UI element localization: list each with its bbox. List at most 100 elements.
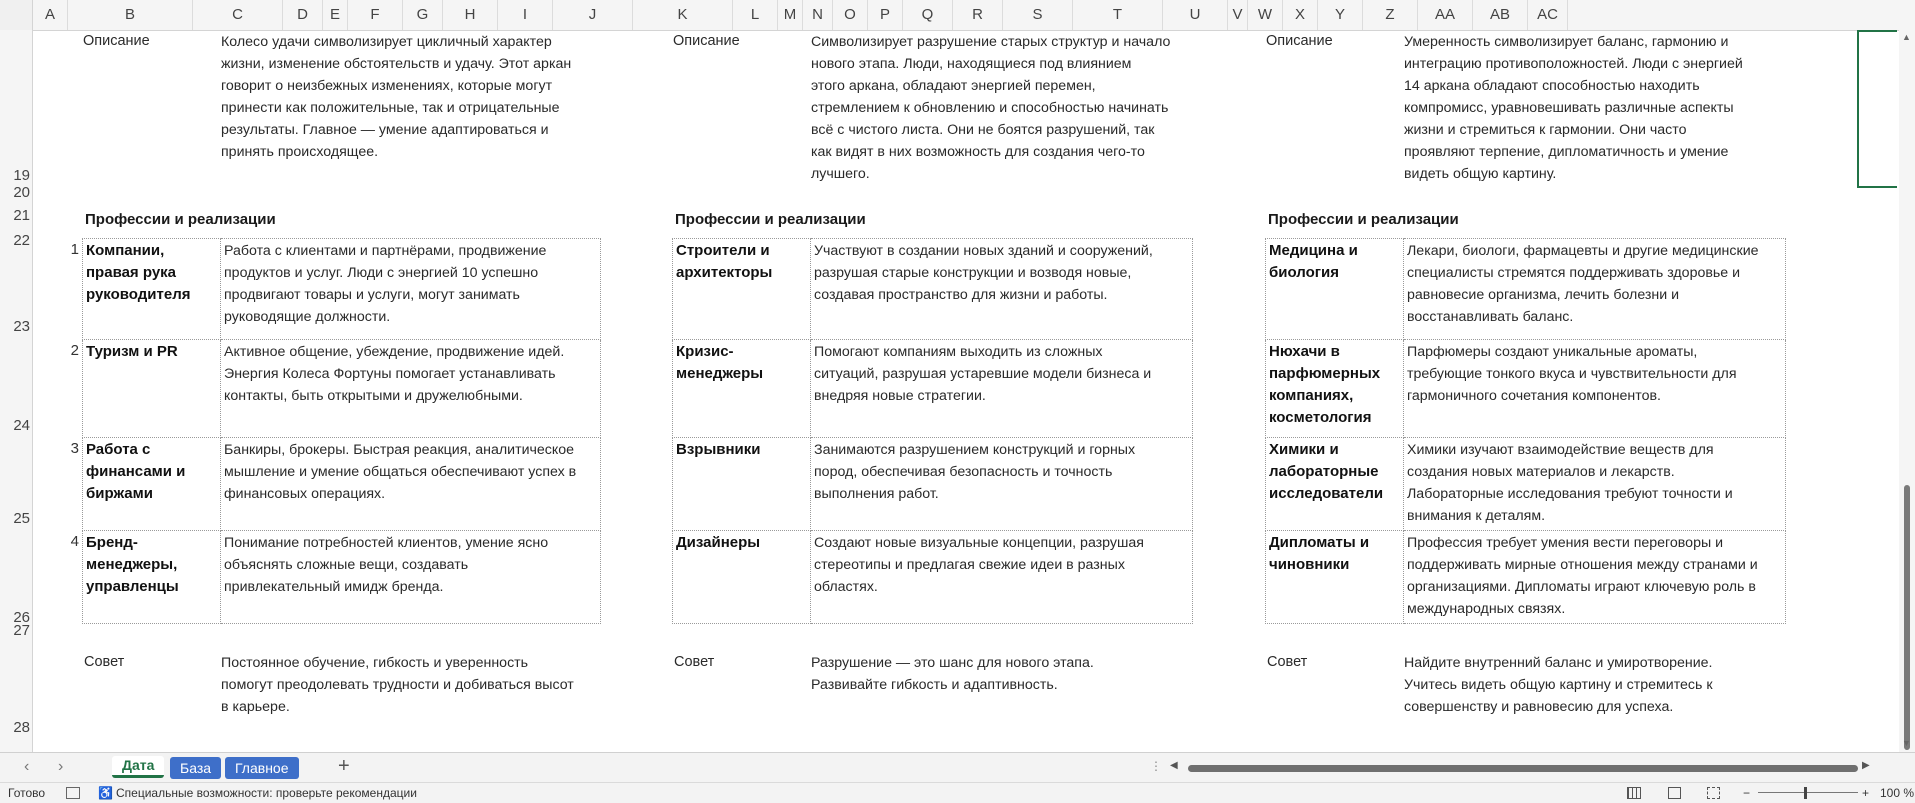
column-header-k[interactable]: K [633, 0, 733, 30]
column-header-a[interactable]: A [33, 0, 68, 30]
column-header-s[interactable]: S [1003, 0, 1073, 30]
column-header-j[interactable]: J [553, 0, 633, 30]
horizontal-scroll-thumb[interactable] [1188, 765, 1858, 772]
profession-name-cell[interactable]: Компании, правая рука руководителя [82, 238, 221, 340]
select-all-corner[interactable] [0, 0, 33, 30]
profession-name-cell[interactable]: Взрывники [672, 437, 811, 531]
column-header-z[interactable]: Z [1363, 0, 1418, 30]
scroll-down-icon[interactable]: ▼ [1902, 738, 1911, 748]
zoom-slider-thumb[interactable] [1804, 787, 1807, 799]
column-header-r[interactable]: R [953, 0, 1003, 30]
column-header-q[interactable]: Q [903, 0, 953, 30]
profession-description-cell[interactable]: Лекари, биологи, фармацевты и другие мед… [1403, 238, 1786, 340]
column-header-m[interactable]: M [778, 0, 803, 30]
advice-line: Разрушение — это шанс для нового этапа. [811, 655, 1094, 671]
column-header-y[interactable]: Y [1318, 0, 1363, 30]
zoom-level[interactable]: 100 % [1880, 786, 1914, 800]
profession-name-cell[interactable]: Кризис-менеджеры [672, 339, 811, 438]
column-header-i[interactable]: I [498, 0, 553, 30]
column-header-h[interactable]: H [443, 0, 498, 30]
column-header-l[interactable]: L [733, 0, 778, 30]
profession-description: Энергия Колеса Фортуны помогает устанавл… [224, 366, 556, 382]
row-header-bar: 19 20 21 22 23 24 25 26 27 28 [0, 30, 33, 752]
profession-description-cell[interactable]: Химики изучают взаимодействие веществ дл… [1403, 437, 1786, 531]
sheet-grid[interactable]: Описание Колесо удачи символизирует цикли… [33, 30, 1899, 752]
column-header-t[interactable]: T [1073, 0, 1163, 30]
profession-description: создания новых материалов и лекарств. [1407, 464, 1675, 480]
profession-name-cell[interactable]: Бренд-менеджеры, управленцы [82, 530, 221, 624]
column-header-ac[interactable]: AC [1528, 0, 1568, 30]
macro-icon[interactable] [66, 787, 80, 799]
profession-description-cell[interactable]: Занимаются разрушением конструкций и гор… [810, 437, 1193, 531]
row-header-27[interactable]: 27 [0, 622, 30, 639]
profession-name-cell[interactable]: Медицина и биология [1265, 238, 1404, 340]
profession-description-cell[interactable]: Профессия требует умения вести переговор… [1403, 530, 1786, 624]
row-header-20[interactable]: 20 [0, 184, 30, 201]
vertical-scroll-thumb[interactable] [1904, 485, 1910, 750]
column-header-f[interactable]: F [348, 0, 403, 30]
profession-name-cell[interactable]: Дипломаты и чиновники [1265, 530, 1404, 624]
column-header-x[interactable]: X [1283, 0, 1318, 30]
profession-description-cell[interactable]: Создают новые визуальные концепции, разр… [810, 530, 1193, 624]
selected-cell[interactable] [1857, 30, 1897, 188]
vertical-scrollbar[interactable]: ▲ ▼ [1899, 30, 1915, 752]
zoom-out-icon[interactable]: − [1743, 786, 1750, 800]
add-sheet-button[interactable]: + [338, 755, 350, 778]
column-header-v[interactable]: V [1228, 0, 1248, 30]
zoom-slider[interactable] [1758, 792, 1858, 793]
next-sheet-icon[interactable]: › [58, 758, 63, 776]
accessibility-icon[interactable]: ♿ [98, 786, 113, 800]
profession-description-cell[interactable]: Помогают компаниям выходить из сложных си… [810, 339, 1193, 438]
column-header-d[interactable]: D [283, 0, 323, 30]
profession-description-cell[interactable]: Понимание потребностей клиентов, умение … [220, 530, 601, 624]
profession-name: управленцы [86, 578, 179, 595]
page-layout-icon[interactable] [1668, 787, 1681, 799]
column-header-p[interactable]: P [868, 0, 903, 30]
column-header-ab[interactable]: AB [1473, 0, 1528, 30]
profession-name-cell[interactable]: Туризм и PR [82, 339, 221, 438]
row-header-24[interactable]: 24 [0, 417, 30, 434]
profession-description-cell[interactable]: Активное общение, убеждение, продвижение… [220, 339, 601, 438]
column-header-n[interactable]: N [803, 0, 833, 30]
scroll-up-icon[interactable]: ▲ [1902, 32, 1911, 42]
sheet-tab-data[interactable]: Дата [112, 756, 165, 778]
row-header-25[interactable]: 25 [0, 510, 30, 527]
accessibility-status[interactable]: Специальные возможности: проверьте реком… [116, 786, 417, 800]
table-row: Дипломаты и чиновники Профессия требует ум… [1265, 530, 1786, 624]
prev-sheet-icon[interactable]: ‹ [24, 758, 29, 776]
profession-description-cell[interactable]: Работа с клиентами и партнёрами, продвиж… [220, 238, 601, 340]
row-header-21[interactable]: 21 [0, 207, 30, 224]
profession-name-cell[interactable]: Химики и лабораторные исследователи [1265, 437, 1404, 531]
grid-view-icon[interactable] [1627, 787, 1641, 799]
sheet-tab-main[interactable]: Главное [225, 757, 299, 779]
horizontal-scrollbar[interactable]: ◀ ▶ [1170, 760, 1870, 774]
row-header-19[interactable]: 19 [0, 167, 30, 184]
profession-name-cell[interactable]: Нюхачи в парфюмерных компаниях, косметологи… [1265, 339, 1404, 438]
profession-name-cell[interactable]: Дизайнеры [672, 530, 811, 624]
profession-description-cell[interactable]: Парфюмеры создают уникальные ароматы, тре… [1403, 339, 1786, 438]
tab-splitter-icon[interactable]: ⋮ [1150, 759, 1162, 773]
column-header-u[interactable]: U [1163, 0, 1228, 30]
column-header-e[interactable]: E [323, 0, 348, 30]
column-header-w[interactable]: W [1248, 0, 1283, 30]
profession-description-cell[interactable]: Банкиры, брокеры. Быстрая реакция, анали… [220, 437, 601, 531]
scroll-right-icon[interactable]: ▶ [1862, 760, 1870, 771]
column-header-b[interactable]: B [68, 0, 193, 30]
column-header-o[interactable]: O [833, 0, 868, 30]
row-header-23[interactable]: 23 [0, 318, 30, 335]
profession-description-cell[interactable]: Участвуют в создании новых зданий и соор… [810, 238, 1193, 340]
column-header-c[interactable]: C [193, 0, 283, 30]
row-header-28[interactable]: 28 [0, 719, 30, 736]
sheet-tab-base[interactable]: База [170, 757, 222, 779]
column-header-g[interactable]: G [403, 0, 443, 30]
profession-name-cell[interactable]: Работа с финансами и биржами [82, 437, 221, 531]
table-row: Взрывники Занимаются разрушением конструк… [672, 437, 1193, 531]
zoom-in-icon[interactable]: + [1862, 786, 1869, 800]
description-line: жизни, изменение обстоятельств и удачу. … [221, 56, 572, 72]
column-header-aa[interactable]: AA [1418, 0, 1473, 30]
scroll-left-icon[interactable]: ◀ [1170, 760, 1178, 771]
profession-name-cell[interactable]: Строители и архитекторы [672, 238, 811, 340]
professions-table: Медицина и биология Лекари, биологи, фарма… [1265, 238, 1786, 624]
row-header-22[interactable]: 22 [0, 232, 30, 249]
page-break-icon[interactable] [1707, 787, 1720, 799]
